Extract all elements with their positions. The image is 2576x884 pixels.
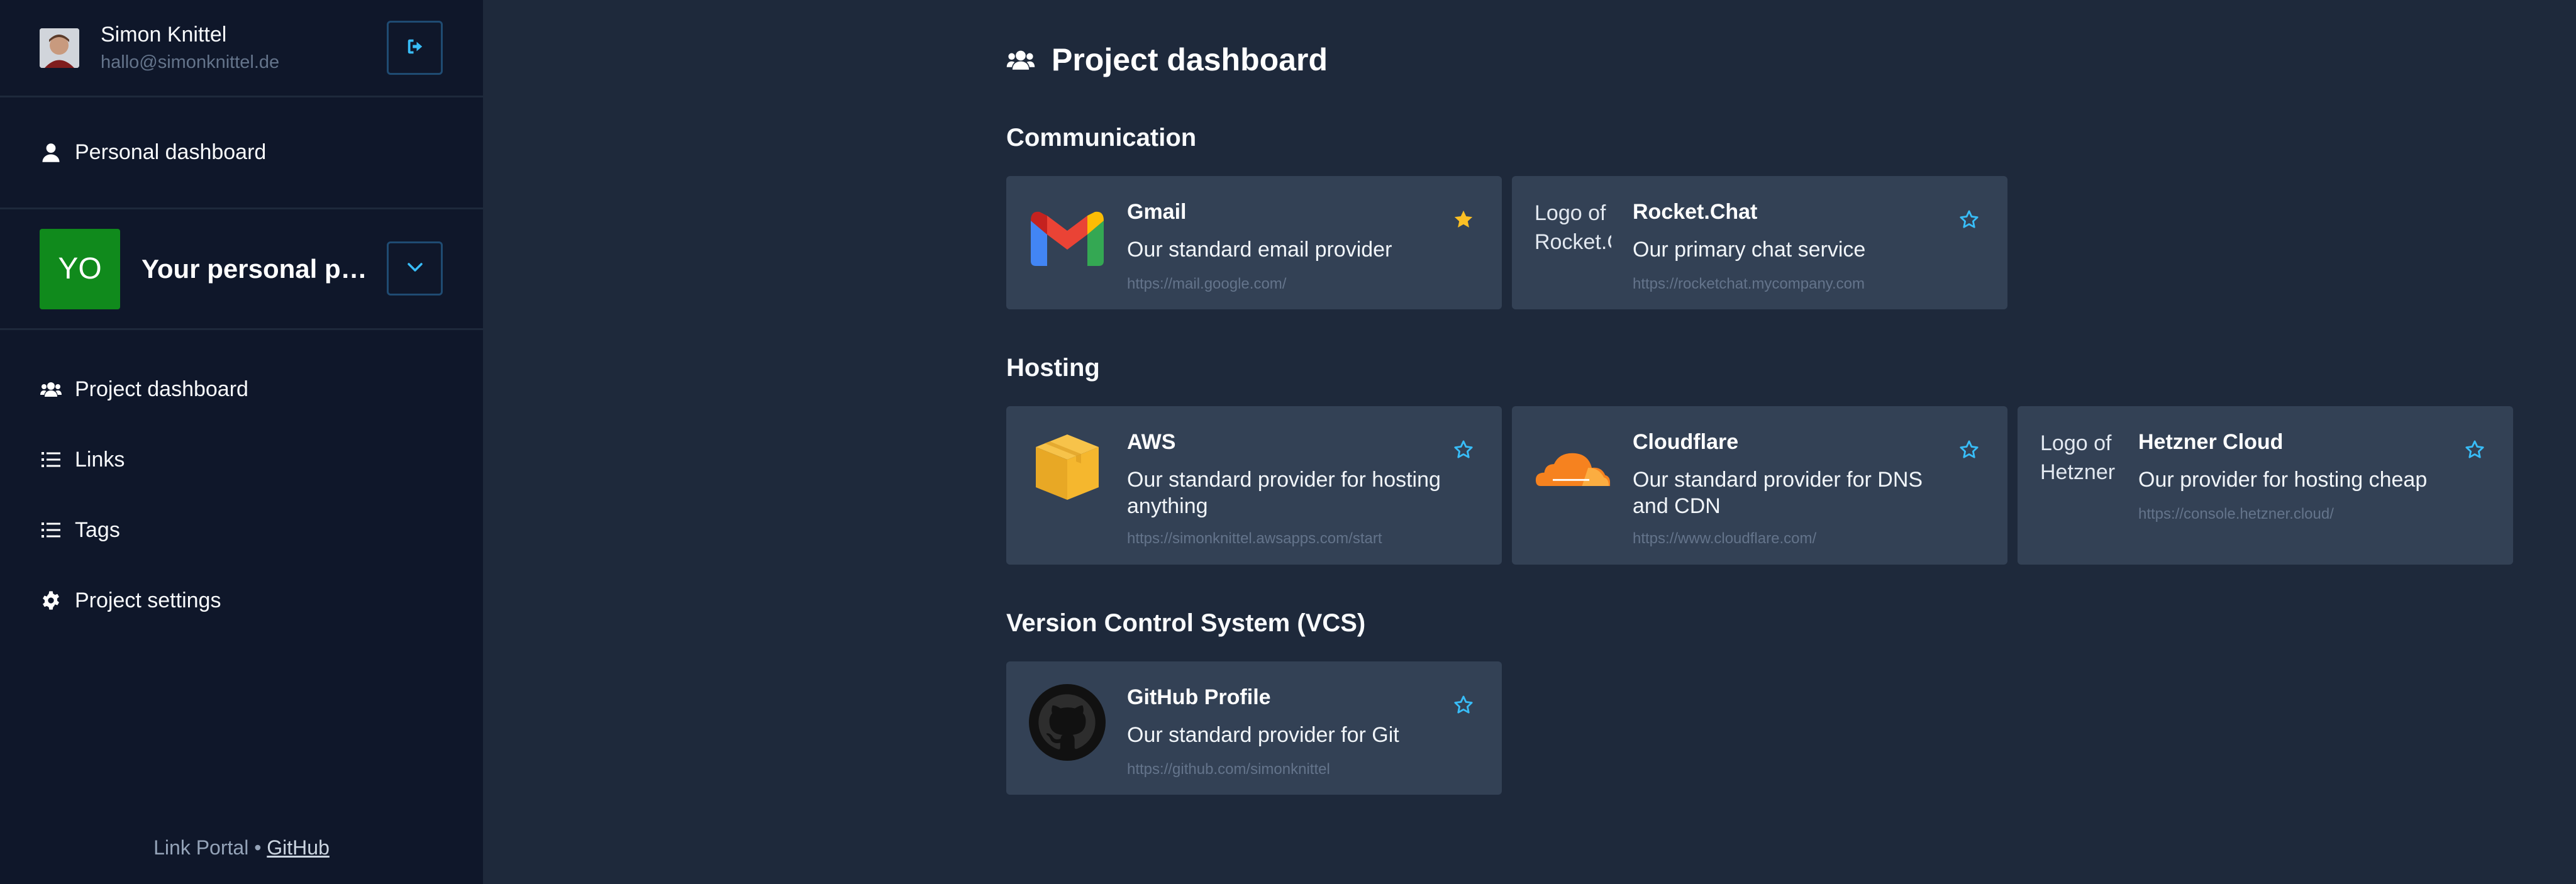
card-title: Rocket.Chat bbox=[1633, 200, 1758, 224]
card-description: Our provider for hosting cheap bbox=[2138, 468, 2428, 492]
avatar bbox=[40, 28, 79, 68]
users-icon bbox=[40, 378, 62, 401]
page-title: Project dashboard bbox=[1006, 41, 1328, 78]
card-url: https://github.com/simonknittel bbox=[1127, 761, 1330, 778]
card-description: Our standard provider for Git bbox=[1127, 723, 1399, 747]
card-url: https://console.hetzner.cloud/ bbox=[2138, 506, 2334, 522]
footer-text: Link Portal • bbox=[153, 836, 262, 859]
gear-icon bbox=[40, 589, 62, 612]
nav-personal-dashboard[interactable]: Personal dashboard bbox=[40, 140, 266, 165]
nav-project-settings-label: Project settings bbox=[75, 588, 221, 612]
card-url: https://rocketchat.mycompany.com bbox=[1633, 275, 1865, 292]
project-nav: Project dashboard Links Tags Project set… bbox=[0, 330, 483, 636]
link-card-rocket-chat[interactable]: Logo of Rocket.C Rocket.Chat Our primary… bbox=[1512, 176, 2007, 309]
card-description: Our primary chat service bbox=[1633, 238, 1866, 262]
github-link[interactable]: GitHub bbox=[267, 836, 330, 859]
aws-logo bbox=[1029, 429, 1106, 506]
section-title-communication: Communication bbox=[1006, 124, 1197, 152]
nav-tags[interactable]: Tags bbox=[0, 495, 483, 565]
broken-image-icon: Logo of Hetzner bbox=[2040, 429, 2117, 506]
sidebar-footer: Link Portal • GitHub bbox=[0, 836, 483, 859]
star-outline-icon[interactable] bbox=[1453, 694, 1474, 715]
logo-alt-text: Logo of Rocket.C bbox=[1535, 201, 1611, 254]
section-title-vcs: Version Control System (VCS) bbox=[1006, 609, 1366, 637]
card-title: AWS bbox=[1127, 430, 1176, 454]
card-description: Our standard provider for hosting anythi… bbox=[1127, 468, 1441, 518]
card-title: Gmail bbox=[1127, 200, 1187, 224]
logo-alt-text: Logo of Hetzner bbox=[2040, 431, 2116, 484]
nav-tags-label: Tags bbox=[75, 517, 120, 542]
nav-links-label: Links bbox=[75, 447, 125, 472]
user-name: Simon Knittel bbox=[101, 23, 227, 47]
card-url: https://www.cloudflare.com/ bbox=[1633, 530, 1817, 547]
user-icon bbox=[40, 141, 62, 164]
user-block: Simon Knittel hallo@simonknittel.de bbox=[0, 0, 483, 97]
sidebar: Simon Knittel hallo@simonknittel.de Pers… bbox=[0, 0, 483, 884]
logout-button[interactable] bbox=[387, 21, 443, 75]
card-url: https://mail.google.com/ bbox=[1127, 275, 1287, 292]
users-icon bbox=[1006, 49, 1035, 70]
list-icon bbox=[40, 448, 62, 471]
nav-links[interactable]: Links bbox=[0, 424, 483, 495]
card-url: https://simonknittel.awsapps.com/start bbox=[1127, 530, 1382, 547]
star-filled-icon[interactable] bbox=[1453, 209, 1474, 230]
link-card-aws[interactable]: AWS Our standard provider for hosting an… bbox=[1006, 406, 1502, 565]
chevron-down-icon bbox=[407, 262, 423, 275]
card-description: Our standard provider for DNS and CDN bbox=[1633, 468, 1923, 518]
project-name: Your personal pr... bbox=[142, 253, 368, 284]
project-avatar: YO bbox=[40, 228, 120, 309]
user-email: hallo@simonknittel.de bbox=[101, 52, 280, 72]
section-title-hosting: Hosting bbox=[1006, 354, 1100, 382]
cloudflare-logo bbox=[1535, 429, 1611, 506]
page-title-text: Project dashboard bbox=[1052, 42, 1328, 77]
nav-project-dashboard-label: Project dashboard bbox=[75, 377, 248, 401]
nav-project-settings[interactable]: Project settings bbox=[0, 565, 483, 636]
broken-image-icon: Logo of Rocket.C bbox=[1535, 199, 1611, 275]
star-outline-icon[interactable] bbox=[2464, 439, 2485, 460]
link-card-gmail[interactable]: Gmail Our standard email provider https:… bbox=[1006, 176, 1502, 309]
list-icon bbox=[40, 519, 62, 541]
nav-project-dashboard[interactable]: Project dashboard bbox=[0, 354, 483, 424]
card-title: Cloudflare bbox=[1633, 430, 1739, 454]
gmail-logo bbox=[1029, 199, 1106, 275]
star-outline-icon[interactable] bbox=[1958, 209, 1980, 230]
main-content: Project dashboard Communication Gmail Ou… bbox=[483, 0, 2576, 884]
link-card-hetzner-cloud[interactable]: Logo of Hetzner Hetzner Cloud Our provid… bbox=[2018, 406, 2513, 565]
nav-personal-dashboard-label: Personal dashboard bbox=[75, 140, 267, 164]
project-switcher: YO Your personal pr... bbox=[0, 209, 483, 330]
card-description: Our standard email provider bbox=[1127, 238, 1392, 262]
personal-dashboard-section: Personal dashboard bbox=[0, 97, 483, 209]
link-card-github-profile[interactable]: GitHub Profile Our standard provider for… bbox=[1006, 661, 1502, 795]
github-logo bbox=[1029, 684, 1106, 761]
sign-out-icon bbox=[406, 37, 425, 59]
link-card-cloudflare[interactable]: Cloudflare Our standard provider for DNS… bbox=[1512, 406, 2007, 565]
star-outline-icon[interactable] bbox=[1958, 439, 1980, 460]
card-title: GitHub Profile bbox=[1127, 685, 1271, 709]
project-dropdown-button[interactable] bbox=[387, 241, 443, 296]
card-title: Hetzner Cloud bbox=[2138, 430, 2284, 454]
star-outline-icon[interactable] bbox=[1453, 439, 1474, 460]
